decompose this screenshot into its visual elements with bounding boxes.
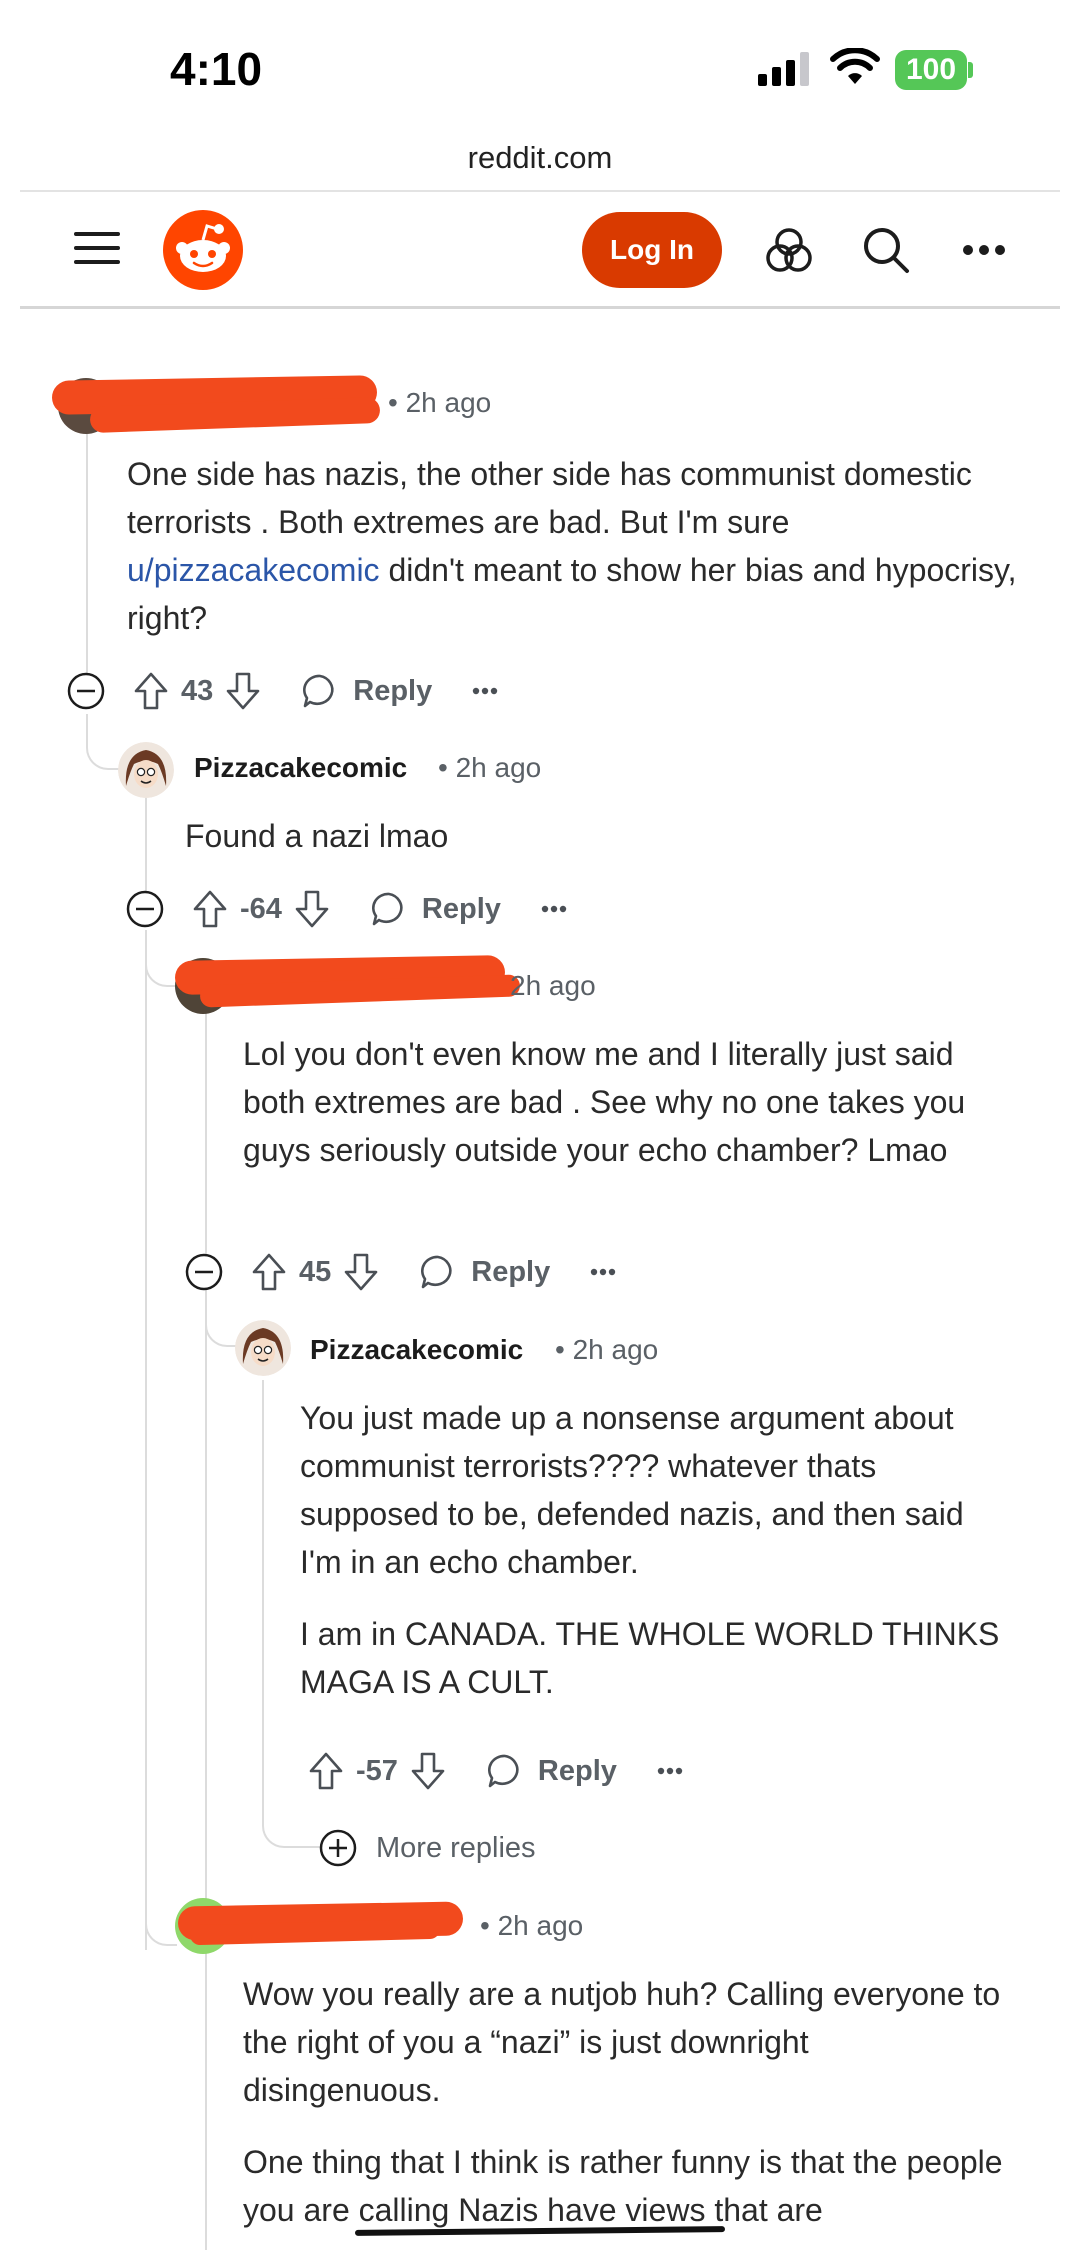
- more-options-icon[interactable]: [962, 243, 1006, 255]
- reply-icon[interactable]: [370, 890, 408, 928]
- comment-paragraph: You just made up a nonsense argument abo…: [300, 1400, 964, 1580]
- more-actions-icon[interactable]: [657, 1767, 683, 1775]
- reply-icon[interactable]: [301, 672, 339, 710]
- collapse-icon[interactable]: [184, 1252, 224, 1292]
- collapse-icon[interactable]: [125, 889, 165, 929]
- comment-body: Lol you don't even know me and I literal…: [243, 1036, 966, 1168]
- more-actions-icon[interactable]: [590, 1268, 616, 1276]
- popular-icon[interactable]: [764, 226, 814, 274]
- comment-author[interactable]: Pizzacakecomic: [310, 1334, 523, 1366]
- vote-score: -57: [356, 1754, 398, 1787]
- thread-line: [205, 1010, 207, 1255]
- thread-line: [262, 1380, 264, 1815]
- thread-line: [205, 1290, 207, 2250]
- user-link[interactable]: u/pizzacakecomic: [127, 552, 380, 588]
- more-actions-icon[interactable]: [541, 905, 567, 913]
- header-divider: [20, 306, 1060, 309]
- comment-paragraph: Wow you really are a nutjob huh? Calling…: [243, 1976, 1001, 2108]
- comment-meta: • 2h ago: [555, 1334, 659, 1365]
- comment-meta: 2h ago: [510, 970, 596, 1002]
- comment-time: 2h ago: [510, 970, 596, 1001]
- comment-text: One side has nazis, the other side has c…: [127, 456, 972, 540]
- comment-actions: -64 Reply: [125, 886, 567, 932]
- reply-icon[interactable]: [486, 1752, 524, 1790]
- signal-icon: [758, 52, 812, 86]
- upvote-icon[interactable]: [133, 671, 169, 711]
- reply-icon[interactable]: [419, 1253, 457, 1291]
- comment-body: One side has nazis, the other side has c…: [127, 450, 1027, 642]
- expand-icon[interactable]: [318, 1828, 358, 1868]
- address-bar-url[interactable]: reddit.com: [0, 140, 1080, 176]
- downvote-icon[interactable]: [343, 1252, 379, 1292]
- comment-author[interactable]: Pizzacakecomic: [194, 752, 407, 784]
- comment-body: Wow you really are a nutjob huh? Calling…: [243, 1970, 1013, 2234]
- thread-line: [86, 425, 88, 690]
- more-actions-icon[interactable]: [472, 687, 498, 695]
- comment-meta: • 2h ago: [480, 1910, 584, 1941]
- status-time: 4:10: [170, 43, 263, 95]
- upvote-icon[interactable]: [192, 889, 228, 929]
- comment-body: Found a nazi lmao: [185, 818, 449, 854]
- vote-score: 45: [299, 1255, 332, 1288]
- downvote-icon[interactable]: [225, 671, 261, 711]
- reply-button[interactable]: Reply: [538, 1755, 617, 1788]
- comment-time: 2h ago: [455, 752, 542, 783]
- comment-time: 2h ago: [405, 387, 492, 418]
- vote-score: -64: [240, 892, 282, 925]
- thread-line: [145, 1890, 177, 1946]
- comment-time: 2h ago: [572, 1334, 659, 1365]
- thread-line: [262, 1790, 322, 1848]
- vote-score: 43: [181, 674, 214, 707]
- login-button[interactable]: Log In: [582, 212, 722, 288]
- downvote-icon[interactable]: [294, 889, 330, 929]
- search-icon[interactable]: [862, 226, 910, 274]
- upvote-icon[interactable]: [251, 1252, 287, 1292]
- comment-meta: • 2h ago: [388, 387, 492, 418]
- avatar[interactable]: [118, 742, 174, 798]
- reply-button[interactable]: Reply: [353, 675, 432, 708]
- reply-button[interactable]: Reply: [471, 1256, 550, 1289]
- comment-time: 2h ago: [497, 1910, 584, 1941]
- battery-tip: [968, 62, 973, 78]
- thread-line: [145, 930, 177, 987]
- thread-line: [145, 930, 147, 1950]
- comment-paragraph: One thing that I think is rather funny i…: [243, 2144, 1003, 2228]
- comment-actions: -57 Reply: [308, 1748, 683, 1794]
- upvote-icon[interactable]: [308, 1751, 344, 1791]
- menu-icon[interactable]: [74, 228, 120, 268]
- comment-actions: 43 Reply: [66, 668, 498, 714]
- reply-button[interactable]: Reply: [422, 893, 501, 926]
- comment-actions: 45 Reply: [184, 1249, 616, 1295]
- comment-body: You just made up a nonsense argument abo…: [300, 1394, 1000, 1706]
- collapse-icon[interactable]: [66, 671, 106, 711]
- battery-indicator: 100: [895, 50, 967, 90]
- wifi-icon: [830, 47, 880, 86]
- downvote-icon[interactable]: [410, 1751, 446, 1791]
- avatar[interactable]: [235, 1320, 291, 1376]
- more-replies-button[interactable]: More replies: [318, 1828, 536, 1868]
- comment-meta: • 2h ago: [438, 752, 542, 783]
- reddit-logo-icon[interactable]: [163, 210, 243, 290]
- comment-paragraph: I am in CANADA. THE WHOLE WORLD THINKS M…: [300, 1616, 1000, 1700]
- divider: [20, 190, 1060, 192]
- more-replies-label[interactable]: More replies: [376, 1832, 536, 1865]
